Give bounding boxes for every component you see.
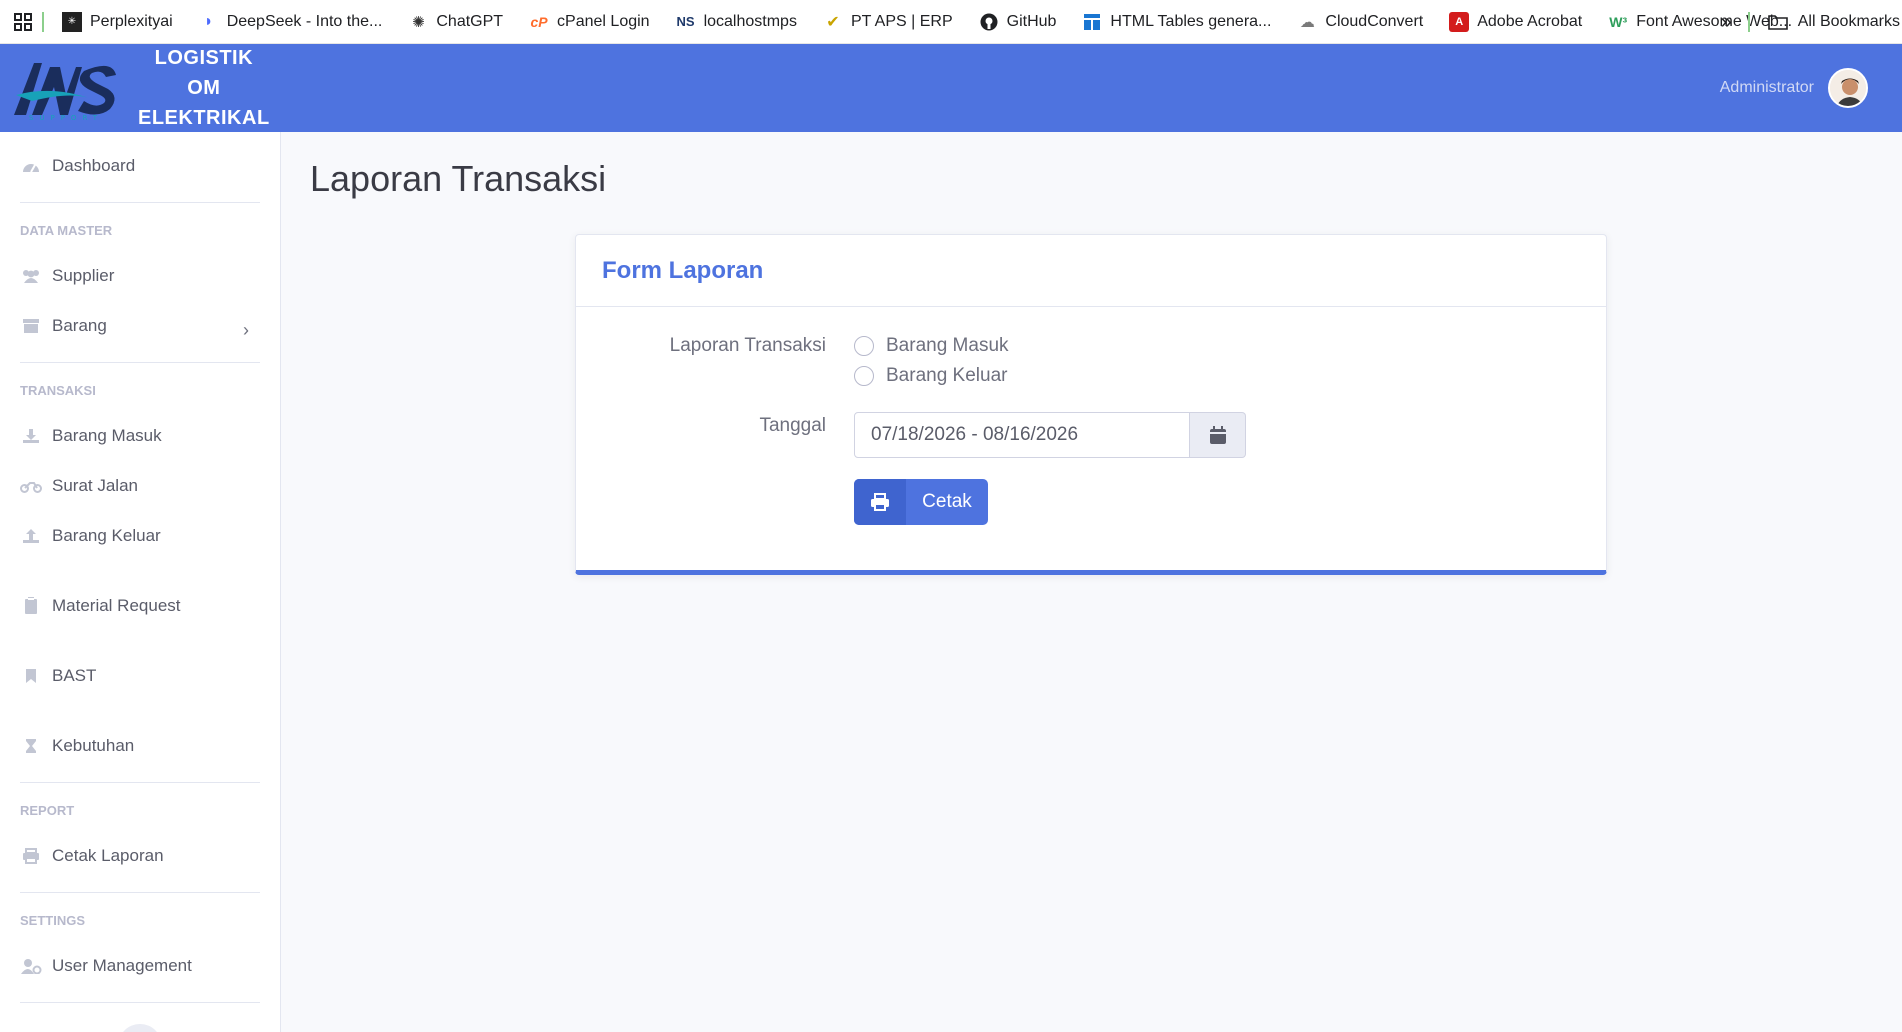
apps-grid-icon[interactable] [14,12,32,31]
tachometer-icon [20,159,42,173]
calendar-icon [1209,425,1227,445]
radio-barang-masuk[interactable]: Barang Masuk [854,335,1009,357]
sidebar-divider [20,1002,260,1003]
more-bookmarks-icon[interactable]: » [1721,11,1732,34]
perplexity-icon: ✳ [62,11,82,32]
tables-icon [1082,12,1102,32]
erp-icon: ✔ [826,13,840,31]
bookmark-acrobat[interactable]: A Adobe Acrobat [1449,11,1582,32]
sidebar-divider [20,892,260,893]
card-header: Form Laporan [576,235,1606,307]
bookmark-perplexity[interactable]: ✳ Perplexityai [62,11,173,32]
acrobat-icon: A [1449,11,1470,32]
brand-link[interactable]: SUPPORT LOGISTIK OM ELEKTRIKAL [12,44,270,132]
cpanel-icon: cP [530,13,548,30]
sidebar-item-cetak-laporan[interactable]: Cetak Laporan [20,846,164,866]
github-icon [979,12,999,32]
date-range-input[interactable] [854,412,1190,458]
radio-circle[interactable] [854,366,874,386]
sidebar-item-dashboard[interactable]: Dashboard [20,156,135,176]
brand-line-2: OM [187,77,221,99]
brand-line-1: LOGISTIK [154,47,254,69]
sidebar-item-barang-keluar[interactable]: Barang Keluar [20,526,161,546]
archive-icon [20,318,42,334]
radio-circle[interactable] [854,336,874,356]
sidebar-item-material-request[interactable]: Material Request [20,596,181,616]
sidebar-heading-data-master: DATA MASTER [20,223,113,238]
avatar [1828,68,1868,108]
sidebar-toggle-button[interactable] [118,1024,162,1032]
all-bookmarks-button[interactable]: All Bookmarks [1767,13,1900,31]
sidebar-heading-settings: SETTINGS [20,913,86,928]
laporan-transaksi-label: Laporan Transaksi [669,335,826,356]
radio-barang-keluar[interactable]: Barang Keluar [854,365,1007,387]
users-icon [20,269,42,283]
sidebar-item-user-management[interactable]: User Management [20,956,192,976]
user-cog-icon [20,958,42,974]
fontawesome-icon: W³ [1609,13,1628,30]
sidebar: Dashboard DATA MASTER Supplier Barang › … [0,132,281,1032]
bookmark-erp[interactable]: ✔ PT APS | ERP [823,12,952,32]
sidebar-divider [20,362,260,363]
hourglass-icon [20,738,42,754]
sidebar-divider [20,202,260,203]
user-dropdown[interactable]: Administrator [1720,44,1868,132]
calendar-button[interactable] [1190,412,1246,458]
sidebar-item-kebutuhan[interactable]: Kebutuhan [20,736,134,756]
brand-name: LOGISTIK OM ELEKTRIKAL [138,43,270,133]
sidebar-item-barang[interactable]: Barang [20,316,107,336]
bookmark-cpanel[interactable]: cP cPanel Login [529,12,649,32]
print-icon [20,848,42,864]
motorcycle-icon [20,479,42,493]
print-button[interactable]: Cetak [854,479,988,525]
sidebar-heading-report: REPORT [20,803,75,818]
bookmark-icon [20,668,42,684]
upload-icon [20,528,42,544]
cloudconvert-icon: ☁ [1299,13,1315,31]
print-icon [854,479,906,525]
bookmark-separator [42,11,44,32]
bookmark-deepseek[interactable]: ◗ DeepSeek - Into the... [199,12,383,32]
sidebar-item-supplier[interactable]: Supplier [20,266,114,286]
svg-text:SUPPORT: SUPPORT [29,114,103,121]
bookmarks-right: » All Bookmarks [1721,0,1902,44]
print-button-label: Cetak [922,491,972,512]
bookmarks-bar: ✳ Perplexityai ◗ DeepSeek - Into the... … [0,0,1902,44]
topbar: SUPPORT LOGISTIK OM ELEKTRIKAL Administr… [0,44,1902,132]
date-range-group [854,412,1246,458]
bookmark-chatgpt[interactable]: ✺ ChatGPT [408,12,503,32]
chatgpt-icon: ✺ [412,13,425,31]
sidebar-heading-transaksi: TRANSAKSI [20,383,96,398]
folder-icon [1767,14,1788,30]
sidebar-item-surat-jalan[interactable]: Surat Jalan [20,476,138,496]
sidebar-divider [20,782,260,783]
localhost-icon: NS [676,14,695,29]
download-icon [20,428,42,444]
tanggal-label: Tanggal [759,415,826,436]
card-title: Form Laporan [602,256,764,284]
bookmark-html-tables[interactable]: HTML Tables genera... [1082,12,1271,32]
brand-line-3: ELEKTRIKAL [138,107,270,129]
bookmark-localhost[interactable]: NS localhostmps [676,12,797,32]
bookmark-cloudconvert[interactable]: ☁ CloudConvert [1297,12,1423,32]
user-name: Administrator [1719,79,1814,96]
clipboard-icon [20,597,42,615]
page-title: Laporan Transaksi [310,158,607,199]
sidebar-item-bast[interactable]: BAST [20,666,96,686]
deepseek-icon: ◗ [203,12,214,30]
sidebar-item-barang-masuk[interactable]: Barang Masuk [20,426,162,446]
form-card: Form Laporan Laporan Transaksi Barang Ma… [575,234,1607,575]
brand-logo-icon: SUPPORT [12,55,120,122]
chevron-right-icon[interactable]: › [243,320,249,341]
bookmark-github[interactable]: GitHub [979,12,1056,32]
bookmark-separator [1747,12,1750,32]
